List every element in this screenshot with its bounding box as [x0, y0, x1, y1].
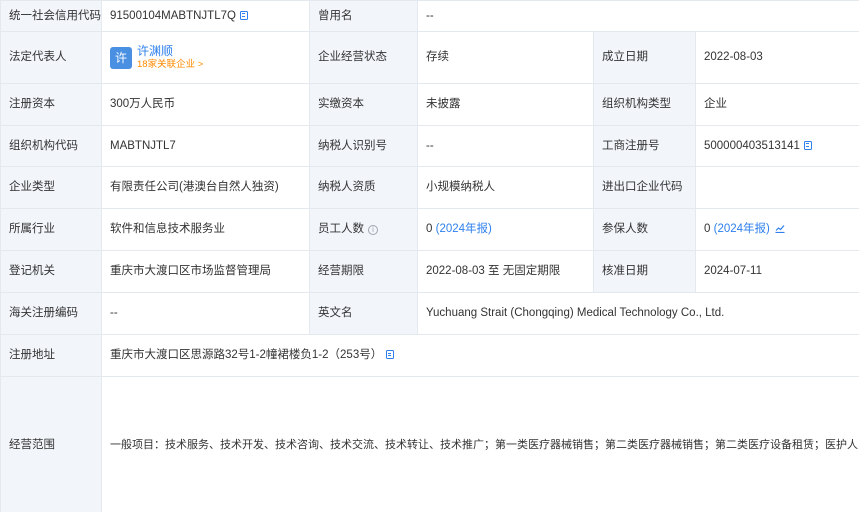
info-row: 经营范围 一般项目：技术服务、技术开发、技术咨询、技术交流、技术转让、技术推广；…: [0, 376, 859, 512]
customs-code-label: 海关注册编码: [0, 292, 102, 335]
business-term-value: 2022-08-03 至 无固定期限: [417, 250, 594, 293]
taxpayer-id-label: 纳税人识别号: [309, 125, 418, 167]
business-term-label: 经营期限: [309, 250, 418, 293]
org-type-value: 企业: [694, 83, 859, 126]
copy-icon[interactable]: [386, 350, 395, 359]
info-row: 注册资本 300万人民币 实缴资本 未披露 组织机构类型 企业: [0, 83, 859, 126]
staff-count-label: 员工人数: [318, 223, 364, 235]
info-icon[interactable]: i: [368, 225, 378, 235]
english-name-label: 英文名: [309, 292, 418, 335]
founded-date-label: 成立日期: [593, 31, 696, 84]
business-reg-no-value: 500000403513141: [704, 139, 800, 152]
info-row: 海关注册编码 -- 英文名 Yuchuang Strait (Chongqing…: [0, 292, 859, 335]
related-companies-link[interactable]: 18家关联企业 >: [137, 58, 203, 71]
org-type-label: 组织机构类型: [593, 83, 696, 126]
business-scope-label: 经营范围: [0, 376, 102, 512]
org-code-value: MABTNJTL7: [101, 125, 310, 167]
taxpayer-id-value: --: [417, 125, 594, 167]
business-scope-value: 一般项目：技术服务、技术开发、技术咨询、技术交流、技术转让、技术推广；第一类医疗…: [100, 376, 859, 512]
import-export-code-label: 进出口企业代码: [593, 166, 696, 209]
registered-address-value: 重庆市大渡口区思源路32号1-2幢裙楼负1-2（253号）: [110, 349, 383, 361]
industry-label: 所属行业: [0, 208, 102, 251]
copy-icon[interactable]: [239, 10, 248, 20]
former-name-value: --: [416, 0, 859, 32]
status-label: 企业经营状态: [309, 31, 418, 84]
english-name-value: Yuchuang Strait (Chongqing) Medical Tech…: [416, 292, 859, 335]
business-reg-no-label: 工商注册号: [593, 125, 696, 167]
legal-rep-cell: 许许渊顺 18家关联企业 >: [101, 31, 310, 84]
org-code-label: 组织机构代码: [0, 125, 102, 167]
legal-rep-label: 法定代表人: [0, 31, 102, 84]
former-name-label: 曾用名: [309, 0, 418, 32]
registered-capital-value: 300万人民币: [101, 83, 310, 126]
credit-code-label: 统一社会信用代码: [0, 0, 102, 32]
taxpayer-qualification-label: 纳税人资质: [309, 166, 418, 209]
company-type-label: 企业类型: [0, 166, 102, 209]
company-info-table: 统一社会信用代码 91500104MABTNJTL7Q 曾用名 -- 法定代表人…: [0, 0, 859, 512]
customs-code-value: --: [101, 292, 310, 335]
insured-count-value: 0: [704, 223, 711, 235]
company-type-value: 有限责任公司(港澳台自然人独资): [101, 166, 310, 209]
info-row: 注册地址 重庆市大渡口区思源路32号1-2幢裙楼负1-2（253号）: [0, 334, 859, 377]
taxpayer-qualification-value: 小规模纳税人: [417, 166, 594, 209]
avatar[interactable]: 许: [110, 46, 132, 69]
insured-annual-report-link[interactable]: (2024年报): [714, 223, 770, 235]
registered-address-label: 注册地址: [0, 334, 102, 377]
status-value: 存续: [417, 31, 594, 84]
paid-capital-label: 实缴资本: [309, 83, 418, 126]
registration-authority-label: 登记机关: [0, 250, 102, 293]
founded-date-value: 2022-08-03: [694, 31, 859, 84]
industry-value: 软件和信息技术服务业: [101, 208, 310, 251]
info-row: 组织机构代码 MABTNJTL7 纳税人识别号 -- 工商注册号 5000004…: [0, 125, 859, 167]
info-row: 企业类型 有限责任公司(港澳台自然人独资) 纳税人资质 小规模纳税人 进出口企业…: [0, 166, 859, 209]
info-row: 法定代表人 许许渊顺 18家关联企业 > 企业经营状态 存续 成立日期 2022-…: [0, 31, 859, 84]
registered-capital-label: 注册资本: [0, 83, 102, 126]
approval-date-value: 2024-07-11: [694, 250, 859, 293]
staff-count-value: 0: [426, 223, 433, 235]
insured-count-label: 参保人数: [593, 208, 696, 251]
trend-chart-icon[interactable]: [775, 224, 785, 233]
approval-date-label: 核准日期: [593, 250, 696, 293]
copy-icon[interactable]: [803, 140, 812, 150]
staff-annual-report-link[interactable]: (2024年报): [436, 223, 492, 235]
legal-rep-name-link[interactable]: 许渊顺: [137, 44, 203, 58]
info-row: 统一社会信用代码 91500104MABTNJTL7Q 曾用名 --: [0, 0, 859, 32]
registration-authority-value: 重庆市大渡口区市场监督管理局: [101, 250, 310, 293]
credit-code-value: 91500104MABTNJTL7Q: [110, 9, 236, 22]
import-export-code-value: [694, 166, 859, 209]
info-row: 登记机关 重庆市大渡口区市场监督管理局 经营期限 2022-08-03 至 无固…: [0, 250, 859, 293]
info-row: 所属行业 软件和信息技术服务业 员工人数 i 0 (2024年报) 参保人数 0 …: [0, 208, 859, 251]
paid-capital-value: 未披露: [417, 83, 594, 126]
